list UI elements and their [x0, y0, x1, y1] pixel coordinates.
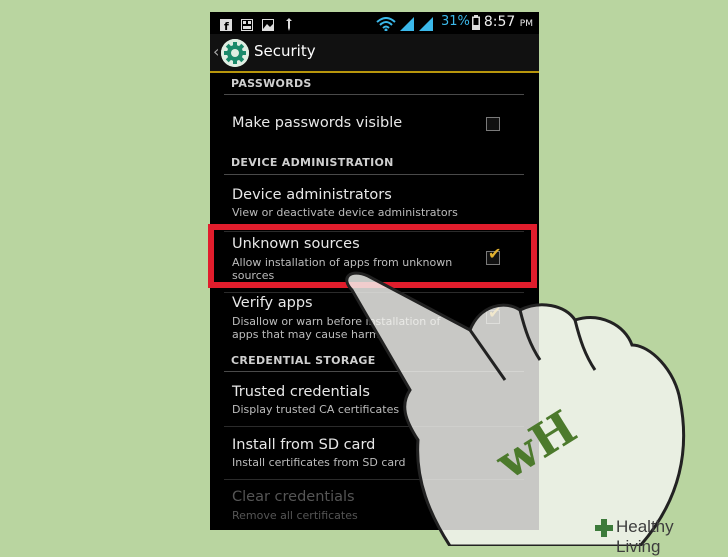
status-bar: f 31% 8:57 PM — [210, 12, 539, 34]
list-divider — [224, 231, 524, 232]
clock: 8:57 PM — [484, 14, 533, 30]
battery-percent: 31% — [441, 14, 470, 29]
setting-subtitle: Remove all certificates — [232, 509, 358, 522]
setting-subtitle: Allow installation of apps from unknown … — [232, 256, 453, 282]
setting-subtitle: Install certificates from SD card — [232, 456, 406, 469]
section-header-passwords: PASSWORDS — [231, 77, 312, 90]
section-header-device-admin: DEVICE ADMINISTRATION — [231, 156, 394, 169]
section-divider — [224, 371, 524, 372]
section-divider — [224, 94, 524, 95]
list-divider — [224, 292, 524, 293]
logo-text: Healthy Living — [616, 517, 674, 556]
page-title: Security — [254, 42, 316, 60]
unknown-sources-checkbox[interactable]: ✔ — [486, 246, 501, 265]
section-header-credential-storage: CREDENTIAL STORAGE — [231, 354, 376, 367]
setting-title: Verify apps — [232, 295, 313, 311]
action-bar[interactable]: ‹ Security — [210, 34, 539, 73]
checkmark-icon: ✔ — [488, 244, 502, 263]
plus-logo-icon — [595, 519, 613, 537]
gallery-icon — [241, 16, 253, 35]
battery-icon — [472, 15, 480, 34]
setting-subtitle: Disallow or warn before installation of … — [232, 315, 441, 341]
list-divider — [224, 426, 524, 427]
setting-title: Trusted credentials — [232, 384, 370, 400]
setting-title: Device administrators — [232, 187, 392, 203]
clock-time: 8:57 — [483, 14, 516, 30]
setting-title: Make passwords visible — [232, 115, 403, 131]
make-passwords-visible-checkbox[interactable] — [486, 117, 500, 131]
image-icon — [262, 16, 274, 35]
setting-subtitle: View or deactivate device administrators — [232, 206, 458, 219]
setting-title: Clear credentials — [232, 489, 355, 505]
setting-title: Unknown sources — [232, 236, 360, 252]
signal-icon — [419, 16, 433, 35]
phone-screen: f 31% 8:57 PM ‹ Security PASSWORDS Make … — [210, 12, 539, 530]
clock-suffix: PM — [519, 19, 533, 29]
facebook-icon: f — [220, 16, 232, 35]
svg-text:f: f — [224, 20, 229, 31]
setting-title: Install from SD card — [232, 437, 376, 453]
wifi-icon — [376, 16, 396, 35]
list-divider — [224, 479, 524, 480]
settings-gear-icon[interactable] — [221, 39, 249, 67]
usb-icon — [284, 16, 294, 35]
setting-subtitle: Display trusted CA certificates — [232, 403, 400, 416]
verify-apps-checkbox[interactable]: ✔ — [486, 305, 501, 324]
chevron-left-icon[interactable]: ‹ — [213, 42, 219, 61]
healthy-living-logo: Healthy Living — [594, 514, 720, 556]
checkmark-icon: ✔ — [488, 303, 502, 322]
section-divider — [224, 174, 524, 175]
signal-icon — [400, 16, 414, 35]
